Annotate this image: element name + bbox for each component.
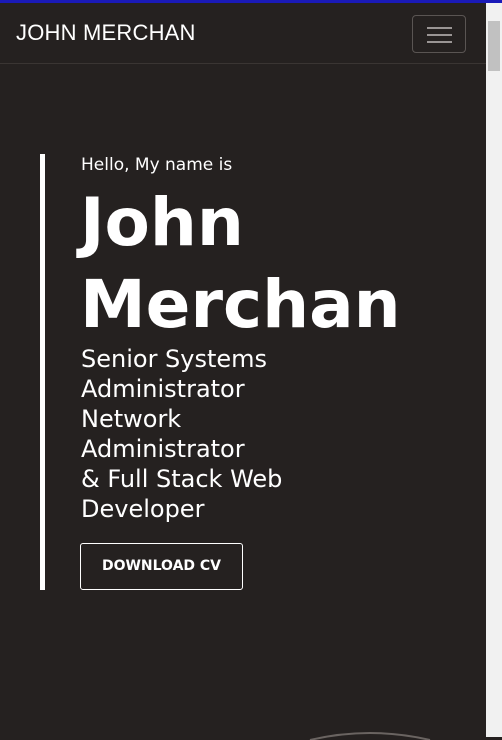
download-cv-button[interactable]: DOWNLOAD CV bbox=[80, 543, 243, 590]
role-line: Network bbox=[81, 405, 182, 433]
role-line: Senior Systems bbox=[81, 345, 268, 373]
hero-section: Hello, My name is John Merchan Senior Sy… bbox=[0, 64, 486, 740]
hero-greeting: Hello, My name is bbox=[81, 155, 233, 175]
navbar-brand[interactable]: JOHN MERCHAN bbox=[16, 20, 196, 46]
role-line: Administrator bbox=[81, 375, 245, 403]
hero-role: Senior Systems Administrator Network Adm… bbox=[81, 344, 321, 524]
menu-toggle-button[interactable] bbox=[412, 15, 466, 53]
hero-name-first: John bbox=[80, 184, 244, 261]
hero-name-last: Merchan bbox=[80, 266, 401, 343]
hero-accent-rule bbox=[40, 154, 45, 590]
role-line: Administrator bbox=[81, 435, 245, 463]
hero-name: John Merchan bbox=[80, 182, 460, 346]
decorative-graphic bbox=[309, 732, 431, 740]
vertical-scrollbar[interactable] bbox=[486, 3, 502, 737]
scrollbar-thumb[interactable] bbox=[488, 21, 500, 71]
role-line: & Full Stack Web bbox=[81, 465, 283, 493]
role-line: Developer bbox=[81, 495, 205, 523]
navbar: JOHN MERCHAN bbox=[0, 3, 486, 64]
